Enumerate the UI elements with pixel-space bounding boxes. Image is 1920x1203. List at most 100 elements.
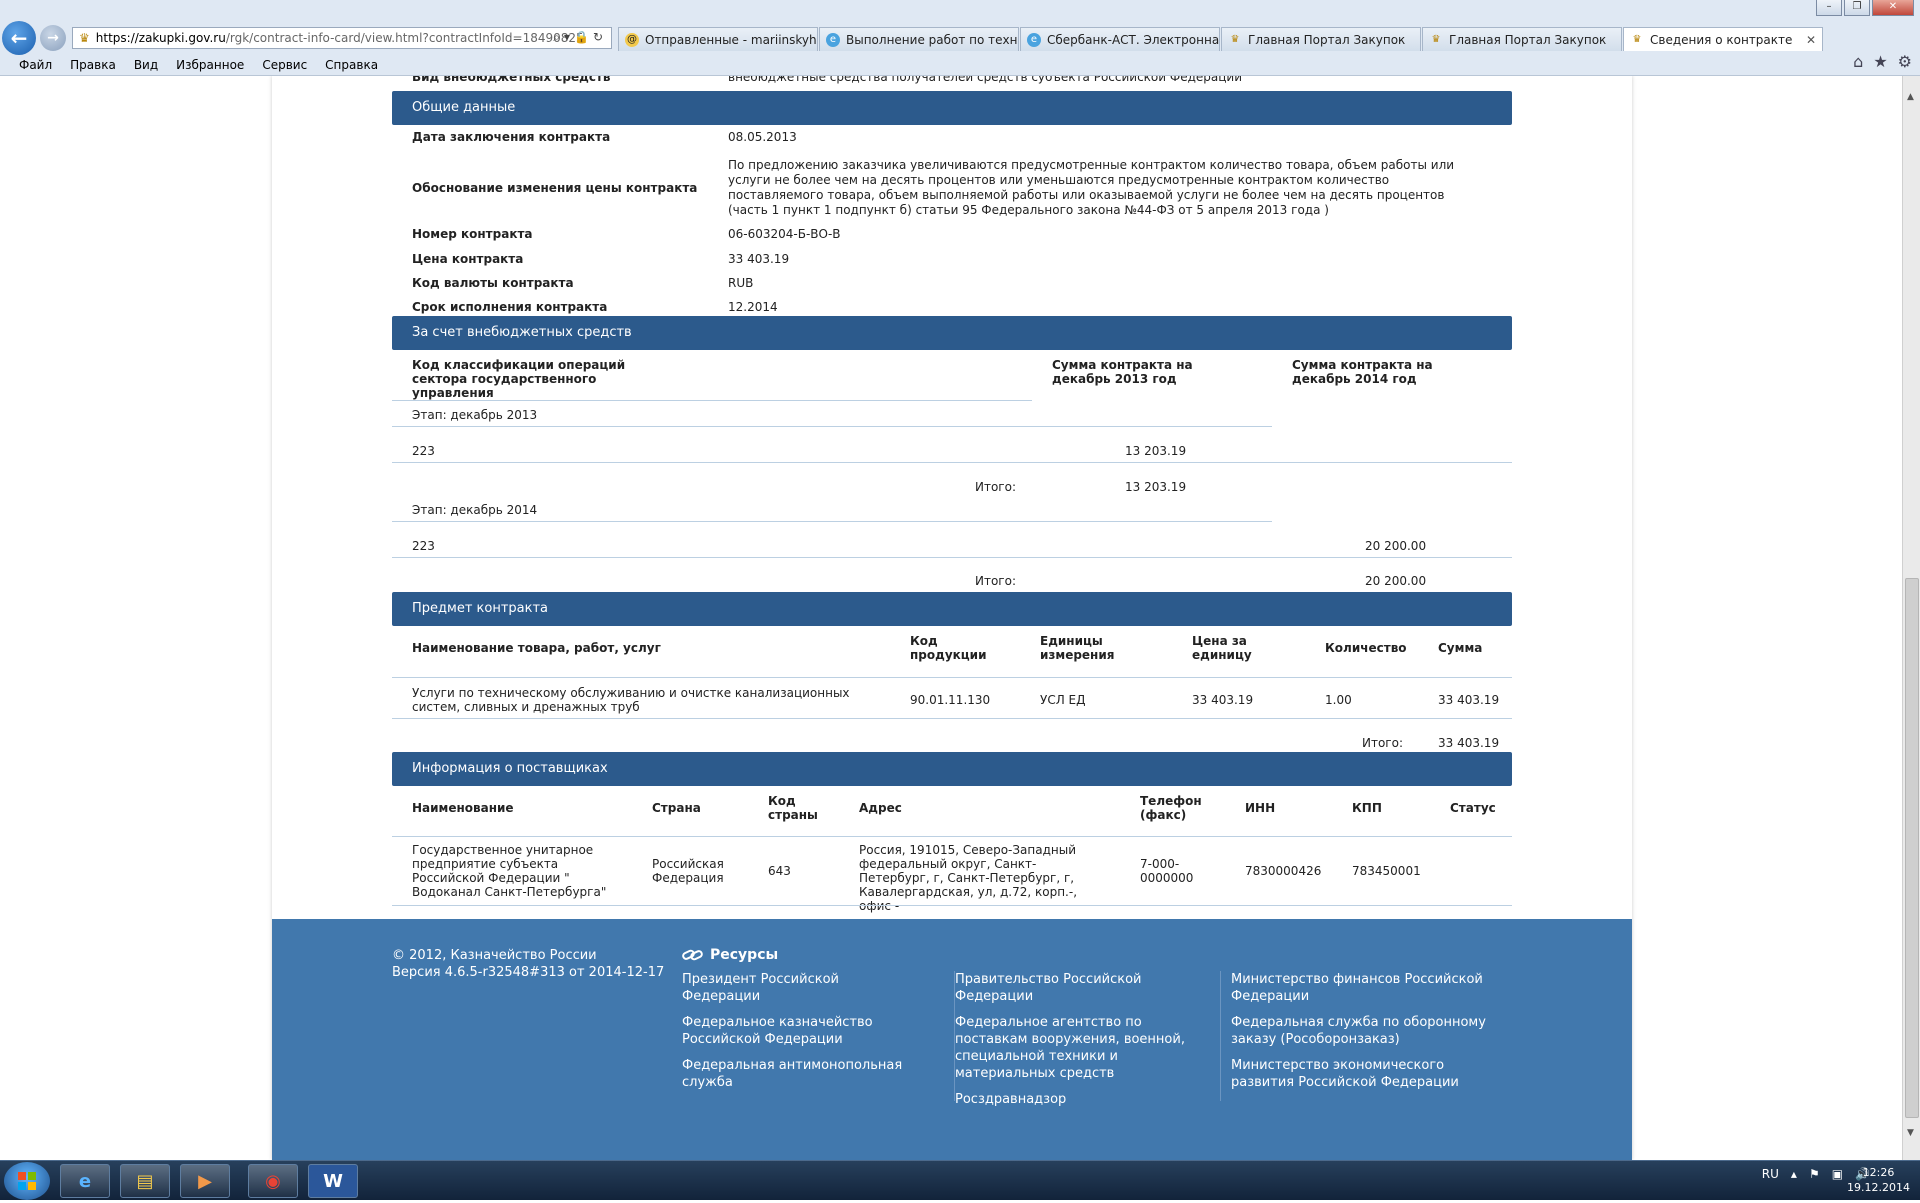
tab-label: Сведения о контракте xyxy=(1650,32,1793,47)
back-button[interactable]: ← xyxy=(2,21,36,55)
col-header: Цена за единицу xyxy=(1192,634,1252,662)
field-value: 12.2014 xyxy=(728,299,778,314)
item-name: Услуги по техническому обслуживанию и оч… xyxy=(412,686,850,714)
divider xyxy=(392,426,1272,427)
search-icon[interactable]: ⌕ xyxy=(553,30,564,44)
menu-tools[interactable]: Сервис xyxy=(253,55,316,75)
footer-link[interactable]: Федеральное казначейство Российской Феде… xyxy=(682,1014,912,1048)
scrollbar-thumb[interactable] xyxy=(1905,578,1919,1118)
field-value: внебюджетные средства получателей средст… xyxy=(728,76,1243,84)
clock-date: 19.12.2014 xyxy=(1847,1181,1910,1194)
windows-taskbar: e ▤ ▶ ◉ W RU ▴ ⚑ ▣ 🔊 12:26 19.12.2014 xyxy=(0,1160,1920,1200)
taskbar-ie[interactable]: e xyxy=(60,1164,110,1198)
field-label: Вид внебюджетных средств xyxy=(412,76,611,84)
footer-link[interactable]: Федеральная служба по оборонному заказу … xyxy=(1231,1014,1486,1048)
scroll-down-arrow-icon[interactable]: ▼ xyxy=(1907,1128,1914,1138)
flag-icon[interactable]: ⚑ xyxy=(1809,1167,1820,1181)
ie-icon: e xyxy=(1027,32,1041,47)
menu-file[interactable]: Файл xyxy=(10,55,61,75)
taskbar-explorer[interactable]: ▤ xyxy=(120,1164,170,1198)
scroll-up-arrow-icon[interactable]: ▲ xyxy=(1907,92,1914,102)
tab-label: Выполнение работ по технич... xyxy=(846,32,1018,47)
menu-edit[interactable]: Правка xyxy=(61,55,125,75)
ie-icon: e xyxy=(78,1170,92,1192)
divider xyxy=(392,400,1032,401)
footer-link[interactable]: Министерство финансов Российской Федерац… xyxy=(1231,971,1486,1005)
lock-icon[interactable]: 🔒 xyxy=(574,30,593,44)
taskbar-media-player[interactable]: ▶ xyxy=(180,1164,230,1198)
tab-portal-2[interactable]: ♛ Главная Портал Закупок xyxy=(1422,27,1622,51)
col-header: Адрес xyxy=(859,801,902,815)
menu-view[interactable]: Вид xyxy=(125,55,167,75)
folder-icon: ▤ xyxy=(136,1170,154,1192)
field-label: Цена контракта xyxy=(412,251,524,266)
restore-button[interactable]: ❐ xyxy=(1844,0,1870,16)
resources-title-text: Ресурсы xyxy=(710,947,779,963)
field-row: Цена контракта 33 403.19 xyxy=(392,247,1512,271)
favorites-star-icon[interactable]: ★ xyxy=(1873,52,1887,71)
field-row: Номер контракта 06-603204-Б-ВО-В xyxy=(392,222,1512,247)
field-row: Обоснование изменения цены контракта По п… xyxy=(392,154,1512,222)
cut-off-row: Вид внебюджетных средств внебюджетные ср… xyxy=(392,76,1512,85)
refresh-icon[interactable]: ↻ xyxy=(593,30,607,44)
field-value: RUB xyxy=(728,275,754,290)
section-subject-header: Предмет контракта xyxy=(392,592,1512,626)
tab-sberbank[interactable]: e Сбербанк-АСТ. Электронная... xyxy=(1020,27,1220,51)
col-header: Количество xyxy=(1325,641,1407,655)
footer-link[interactable]: Федеральная антимонопольная служба xyxy=(682,1057,912,1091)
field-row: Дата заключения контракта 08.05.2013 xyxy=(392,130,1512,154)
dropdown-icon[interactable]: ▾ xyxy=(564,30,574,44)
close-tab-icon[interactable]: ✕ xyxy=(1806,33,1816,47)
minimize-button[interactable]: – xyxy=(1816,0,1842,16)
tab-mail[interactable]: @ Отправленные - mariinskyho... xyxy=(618,27,818,51)
item-price: 33 403.19 xyxy=(1192,693,1254,707)
item-unit: УСЛ ЕД xyxy=(1040,693,1086,707)
network-icon[interactable]: ▣ xyxy=(1832,1167,1843,1181)
taskbar-clock[interactable]: 12:26 19.12.2014 xyxy=(1847,1165,1910,1195)
footer-link[interactable]: Росздравнадзор xyxy=(955,1091,1210,1108)
taskbar-word[interactable]: W xyxy=(308,1164,358,1198)
tray-expand-icon[interactable]: ▴ xyxy=(1791,1167,1797,1181)
tab-works[interactable]: e Выполнение работ по технич... xyxy=(819,27,1019,51)
footer-link[interactable]: Президент Российской Федерации xyxy=(682,971,912,1005)
divider xyxy=(392,718,1512,719)
field-label: Срок исполнения контракта xyxy=(412,299,608,314)
col-header-2014: Сумма контракта на декабрь 2014 год xyxy=(1292,358,1433,386)
tab-label: Главная Портал Закупок xyxy=(1449,32,1607,47)
browser-tools: ⌂ ★ ⚙ xyxy=(1853,52,1912,71)
close-window-button[interactable]: ✕ xyxy=(1872,0,1914,16)
field-label: Код валюты контракта xyxy=(412,275,574,290)
site-favicon: ♛ xyxy=(79,31,90,45)
field-value: 08.05.2013 xyxy=(728,130,797,144)
forward-button[interactable]: → xyxy=(40,25,66,51)
language-indicator[interactable]: RU xyxy=(1762,1167,1779,1181)
supplier-inn: 7830000426 xyxy=(1245,864,1322,878)
total-label: Итого: xyxy=(975,574,1016,588)
general-data: Дата заключения контракта 08.05.2013 Обос… xyxy=(392,130,1512,319)
clock-time: 12:26 xyxy=(1862,1166,1895,1179)
tab-portal-1[interactable]: ♛ Главная Портал Закупок xyxy=(1221,27,1421,51)
stage-label: Этап: декабрь 2014 xyxy=(412,503,538,517)
menu-help[interactable]: Справка xyxy=(316,55,387,75)
divider xyxy=(392,905,1512,906)
taskbar-chrome[interactable]: ◉ xyxy=(248,1164,298,1198)
address-bar-icons[interactable]: ⌕▾🔒↻ xyxy=(553,30,607,45)
settings-gear-icon[interactable]: ⚙ xyxy=(1898,52,1912,71)
supplier-name: Государственное унитарное предприятие су… xyxy=(412,843,607,899)
start-button[interactable] xyxy=(4,1162,50,1200)
field-label: Дата заключения контракта xyxy=(412,130,611,144)
col-header: Единицы измерения xyxy=(1040,634,1115,662)
vertical-scrollbar[interactable]: ▲ ▼ xyxy=(1902,76,1920,1160)
word-icon: W xyxy=(323,1170,343,1192)
tab-contract-info[interactable]: ♛ Сведения о контракте ✕ xyxy=(1623,27,1823,51)
address-bar[interactable]: ♛ https://zakupki.gov.ru/rgk/contract-in… xyxy=(72,27,612,49)
menu-favorites[interactable]: Избранное xyxy=(167,55,253,75)
footer-link[interactable]: Правительство Российской Федерации xyxy=(955,971,1210,1005)
item-qty: 1.00 xyxy=(1325,693,1352,707)
col-header: Код продукции xyxy=(910,634,987,662)
supplier-country-code: 643 xyxy=(768,864,791,878)
supplier-address: Россия, 191015, Северо-Западный федераль… xyxy=(859,843,1078,913)
home-icon[interactable]: ⌂ xyxy=(1853,52,1863,71)
footer-link[interactable]: Федеральное агентство по поставкам воору… xyxy=(955,1014,1210,1082)
footer-link[interactable]: Министерство экономического развития Рос… xyxy=(1231,1057,1486,1091)
